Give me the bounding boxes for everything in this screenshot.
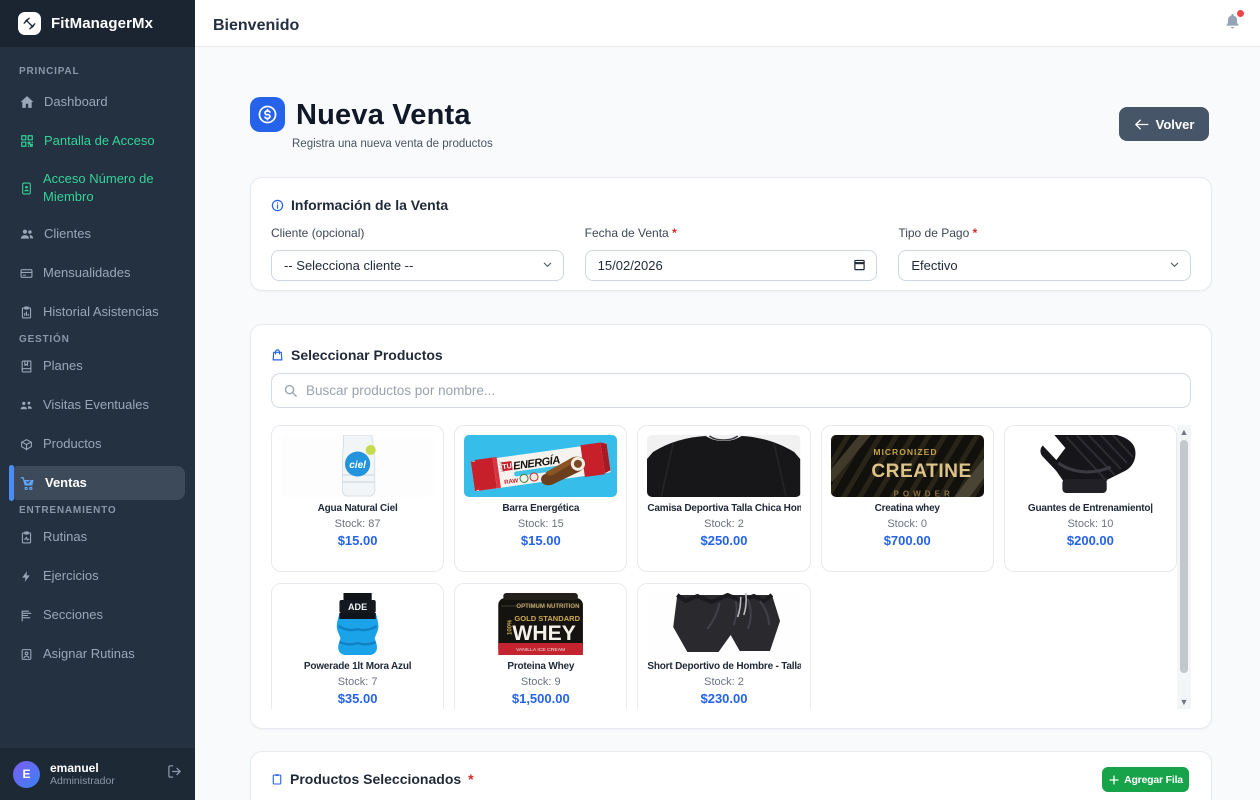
svg-text:ciel: ciel (349, 460, 366, 471)
svg-text:WHEY: WHEY (513, 622, 576, 645)
svg-text:100%: 100% (508, 619, 514, 635)
svg-text:TU: TU (502, 463, 512, 471)
svg-text:CREATINE: CREATINE (871, 461, 971, 482)
svg-text:MICRONIZED: MICRONIZED (873, 447, 937, 457)
svg-text:ADE: ADE (348, 602, 367, 612)
svg-text:OPTIMUM NUTRITION: OPTIMUM NUTRITION (517, 604, 580, 610)
svg-text:POWDER: POWDER (893, 490, 953, 497)
svg-text:VANILLA ICE CREAM: VANILLA ICE CREAM (516, 647, 565, 653)
